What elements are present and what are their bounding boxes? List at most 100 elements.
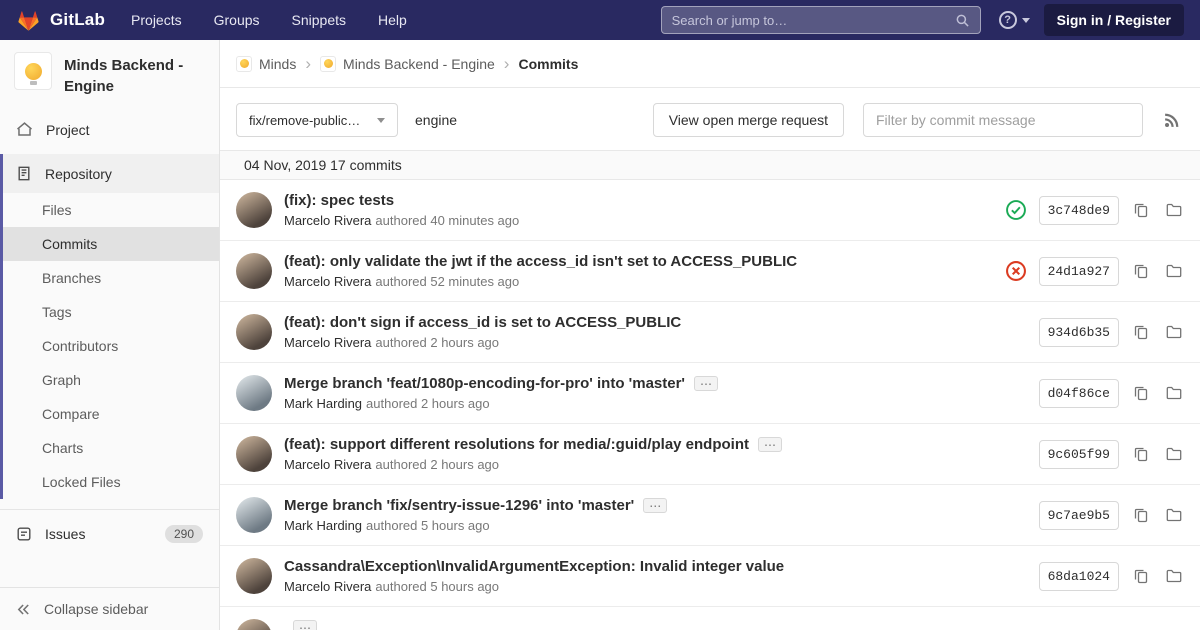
nav-groups[interactable]: Groups xyxy=(214,12,260,28)
help-menu[interactable] xyxy=(999,11,1030,29)
breadcrumb: Minds Minds Backend - Engine Commits xyxy=(220,40,1200,88)
commit-author-link[interactable]: Marcelo Rivera xyxy=(284,579,371,594)
sidebar-item-graph[interactable]: Graph xyxy=(0,363,219,397)
commit-sha[interactable]: 9c605f99 xyxy=(1039,440,1119,469)
commit-title-link[interactable]: Merge branch 'fix/sentry-issue-1296' int… xyxy=(284,497,634,514)
copy-icon xyxy=(1133,263,1149,279)
author-avatar[interactable] xyxy=(236,253,272,289)
commit-row: (feat): only validate the jwt if the acc… xyxy=(220,241,1200,302)
nav-projects[interactable]: Projects xyxy=(131,12,182,28)
copy-sha-button[interactable] xyxy=(1131,566,1151,586)
chevron-down-icon xyxy=(1022,18,1030,23)
commit-author-link[interactable]: Marcelo Rivera xyxy=(284,457,371,472)
author-avatar[interactable] xyxy=(236,497,272,533)
author-avatar[interactable] xyxy=(236,619,272,630)
sidebar-item-locked-files[interactable]: Locked Files xyxy=(0,465,219,499)
commit-meta: Marcelo Riveraauthored 40 minutes ago xyxy=(284,213,993,228)
view-merge-request-button[interactable]: View open merge request xyxy=(653,103,844,137)
sidebar-item-branches[interactable]: Branches xyxy=(0,261,219,295)
commit-row: (feat): don't sign if access_id is set t… xyxy=(220,302,1200,363)
breadcrumb-project-link[interactable]: Minds Backend - Engine xyxy=(320,56,495,72)
primary-nav: Projects Groups Snippets Help xyxy=(131,12,407,28)
project-avatar[interactable] xyxy=(14,52,52,90)
commit-actions: 68da1024 xyxy=(1039,562,1184,591)
author-avatar[interactable] xyxy=(236,375,272,411)
commit-title-link[interactable]: Merge branch 'feat/1080p-encoding-for-pr… xyxy=(284,375,685,392)
nav-snippets[interactable]: Snippets xyxy=(292,12,346,28)
sidebar-section-repository: Repository Files Commits Branches Tags C… xyxy=(0,154,219,499)
commit-author-link[interactable]: Marcelo Rivera xyxy=(284,335,371,350)
author-avatar[interactable] xyxy=(236,436,272,472)
browse-files-button[interactable] xyxy=(1163,261,1184,281)
commit-sha[interactable]: 68da1024 xyxy=(1039,562,1119,591)
sidebar-item-charts[interactable]: Charts xyxy=(0,431,219,465)
commit-sha[interactable]: 3c748de9 xyxy=(1039,196,1119,225)
copy-icon xyxy=(1133,324,1149,340)
sidebar-item-tags[interactable]: Tags xyxy=(0,295,219,329)
pipeline-status-success-icon[interactable] xyxy=(1005,199,1027,221)
expand-commit-description-button[interactable] xyxy=(694,376,718,391)
folder-icon xyxy=(1165,385,1182,401)
commit-filter-input[interactable] xyxy=(863,103,1143,137)
commit-author-link[interactable]: Mark Harding xyxy=(284,518,362,533)
author-avatar[interactable] xyxy=(236,192,272,228)
copy-sha-button[interactable] xyxy=(1131,383,1151,403)
commit-meta: Marcelo Rivera authored 5 hours ago xyxy=(284,579,1027,594)
commit-title-link[interactable]: (fix): spec tests xyxy=(284,192,394,209)
sidebar-item-repository[interactable]: Repository xyxy=(0,154,219,193)
search-input[interactable] xyxy=(672,13,955,28)
sign-in-button[interactable]: Sign in / Register xyxy=(1044,4,1184,36)
gitlab-home-link[interactable]: GitLab xyxy=(16,8,105,32)
lightbulb-icon xyxy=(240,59,249,68)
commit-title-link[interactable]: (feat): support different resolutions fo… xyxy=(284,436,749,453)
expand-commit-description-button[interactable] xyxy=(758,437,782,452)
sidebar-item-compare[interactable]: Compare xyxy=(0,397,219,431)
commit-sha[interactable]: d04f86ce xyxy=(1039,379,1119,408)
expand-commit-description-button[interactable] xyxy=(643,498,667,513)
commits-date-header: 04 Nov, 2019 17 commits xyxy=(220,150,1200,180)
sidebar-item-contributors[interactable]: Contributors xyxy=(0,329,219,363)
breadcrumb-group-link[interactable]: Minds xyxy=(236,56,296,72)
sidebar-item-files[interactable]: Files xyxy=(0,193,219,227)
commit-title-link[interactable]: Cassandra\Exception\InvalidArgumentExcep… xyxy=(284,558,784,575)
commit-author-link[interactable]: Mark Harding xyxy=(284,396,362,411)
commit-authored-time: authored 5 hours ago xyxy=(375,579,499,594)
commit-author-link[interactable]: Marcelo Rivera xyxy=(284,274,371,289)
browse-files-button[interactable] xyxy=(1163,200,1184,220)
nav-help[interactable]: Help xyxy=(378,12,407,28)
commit-title-link[interactable]: (feat): don't sign if access_id is set t… xyxy=(284,314,681,331)
copy-sha-button[interactable] xyxy=(1131,261,1151,281)
sidebar-item-project[interactable]: Project xyxy=(0,111,219,148)
sidebar-item-commits[interactable]: Commits xyxy=(0,227,219,261)
browse-files-button[interactable] xyxy=(1163,444,1184,464)
commit-row: (feat): support different resolutions fo… xyxy=(220,424,1200,485)
browse-files-button[interactable] xyxy=(1163,383,1184,403)
browse-files-button[interactable] xyxy=(1163,566,1184,586)
browse-files-button[interactable] xyxy=(1163,322,1184,342)
copy-sha-button[interactable] xyxy=(1131,444,1151,464)
copy-icon xyxy=(1133,202,1149,218)
commit-sha[interactable]: 9c7ae9b5 xyxy=(1039,501,1119,530)
commit-info: Merge branch 'fix/sentry-issue-1296' int… xyxy=(284,497,1027,533)
branch-selector-value: fix/remove-public… xyxy=(249,113,360,128)
author-avatar[interactable] xyxy=(236,314,272,350)
sidebar-item-issues[interactable]: Issues 290 xyxy=(0,515,219,553)
copy-sha-button[interactable] xyxy=(1131,200,1151,220)
collapse-sidebar-button[interactable]: Collapse sidebar xyxy=(0,587,219,630)
commit-title-link[interactable]: (feat): only validate the jwt if the acc… xyxy=(284,253,797,270)
folder-icon xyxy=(1165,507,1182,523)
rss-feed-button[interactable] xyxy=(1159,108,1184,133)
commit-actions: 3c748de9 xyxy=(1005,196,1184,225)
pipeline-status-failed-icon[interactable] xyxy=(1005,260,1027,282)
copy-sha-button[interactable] xyxy=(1131,505,1151,525)
branch-selector[interactable]: fix/remove-public… xyxy=(236,103,398,137)
author-avatar[interactable] xyxy=(236,558,272,594)
commit-sha[interactable]: 24d1a927 xyxy=(1039,257,1119,286)
copy-sha-button[interactable] xyxy=(1131,322,1151,342)
browse-files-button[interactable] xyxy=(1163,505,1184,525)
commit-info: (fix): spec tests Marcelo Riveraauthored… xyxy=(284,192,993,228)
project-header: Minds Backend - Engine xyxy=(0,40,219,111)
expand-commit-description-button[interactable] xyxy=(293,620,317,630)
commit-author-link[interactable]: Marcelo Rivera xyxy=(284,213,371,228)
commit-sha[interactable]: 934d6b35 xyxy=(1039,318,1119,347)
